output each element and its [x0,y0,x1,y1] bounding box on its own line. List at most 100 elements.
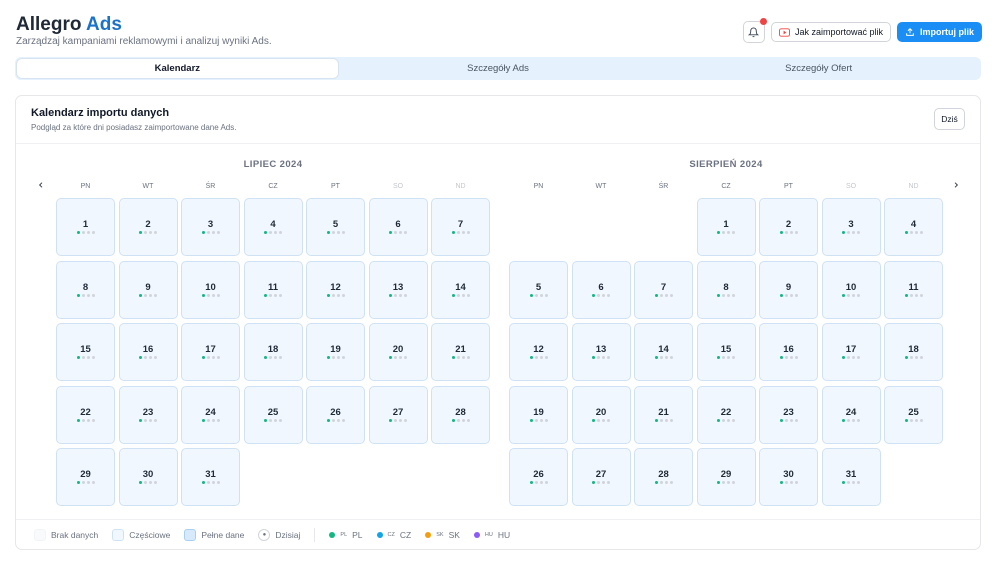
calendar-day[interactable]: 9 [118,260,178,319]
legend-country-hu: HU HU [473,529,511,540]
calendar-day[interactable]: 22 [696,385,756,444]
calendar-day[interactable]: 12 [509,323,568,381]
calendar-day[interactable]: 3 [821,198,881,256]
calendar-day[interactable]: 22 [56,385,115,444]
calendar-day[interactable]: 15 [56,323,115,381]
calendar-day[interactable]: 9 [759,260,818,319]
calendar-day[interactable]: 19 [306,323,365,381]
calendar-day[interactable]: 21 [634,385,693,444]
calendar-day[interactable]: 7 [634,260,693,319]
prev-month-chevron-left-icon[interactable] [35,179,47,191]
calendar-day[interactable]: 13 [368,260,428,319]
country-status-dot [211,418,215,422]
tab-offer-details[interactable]: Szczegóły Ofert [658,59,979,78]
calendar-day[interactable]: 14 [634,323,693,381]
day-number: 23 [142,406,154,418]
country-label-hu: HU [497,529,511,540]
calendar-day[interactable]: 30 [118,448,178,506]
calendar-day[interactable]: 11 [243,260,303,319]
country-status-dot [544,481,548,484]
calendar-day[interactable]: 28 [431,385,490,444]
calendar-day[interactable]: 8 [56,260,115,319]
country-status-dot [539,293,543,297]
calendar-day[interactable]: 13 [571,323,631,381]
calendar-day[interactable]: 11 [884,260,943,319]
country-status-dot [592,481,595,484]
country-status-dot [139,293,142,297]
calendar-day[interactable]: 25 [243,385,303,444]
how-to-import-button[interactable]: Jak zaimportować plik [770,22,891,42]
calendar-day[interactable]: 26 [509,448,568,506]
calendar-day[interactable]: 25 [884,385,943,444]
calendar-day[interactable]: 27 [571,448,631,506]
country-status-dot [404,231,407,234]
calendar-day[interactable]: 2 [118,198,178,256]
card-title: Kalendarz importu danych [31,107,170,119]
calendar-day[interactable]: 16 [118,323,178,381]
country-status-dot [264,293,267,297]
calendar-day[interactable]: 12 [306,260,365,319]
legend-label-full: Pełne dane [201,529,245,540]
calendar-day[interactable]: 7 [431,198,490,256]
calendar-day[interactable]: 16 [759,323,818,381]
country-status-dots [510,418,567,422]
calendar-day[interactable]: 31 [821,448,881,506]
calendar-day[interactable]: 14 [431,260,490,319]
calendar-day[interactable]: 17 [821,323,881,381]
country-status-dot [602,418,605,422]
calendar-day[interactable]: 15 [696,323,756,381]
calendar-day[interactable]: 31 [181,448,240,506]
calendar-day[interactable]: 28 [634,448,693,506]
country-label-pl: PL [352,529,363,540]
calendar-day[interactable]: 23 [118,385,178,444]
calendar-day[interactable]: 3 [181,198,240,256]
calendar-day[interactable]: 6 [571,260,631,319]
calendar-day[interactable]: 10 [181,260,240,319]
country-status-dot [904,293,908,297]
country-status-dot [394,231,397,234]
notifications-button[interactable] [742,18,767,43]
calendar-day[interactable]: 8 [696,260,756,319]
calendar-day[interactable]: 1 [56,198,115,256]
calendar-day[interactable]: 1 [696,198,756,256]
calendar-day[interactable]: 30 [759,448,818,506]
country-status-dots [698,418,755,422]
calendar-day[interactable]: 5 [509,260,568,319]
country-status-dot [852,231,855,234]
calendar-day[interactable]: 24 [181,385,240,444]
country-status-dot [717,231,720,234]
next-month-chevron-right-icon[interactable] [950,179,962,191]
calendar-day[interactable]: 19 [509,385,568,444]
country-status-dots [307,356,364,359]
calendar-day[interactable]: 20 [571,385,631,444]
calendar-day[interactable]: 21 [431,323,490,381]
calendar-day[interactable]: 17 [181,323,240,381]
calendar-day[interactable]: 20 [368,323,428,381]
calendar-day[interactable]: 5 [306,198,365,256]
country-status-dot [727,418,730,422]
country-status-dot [919,418,923,422]
calendar-day[interactable]: 26 [306,385,365,444]
calendar-day[interactable]: 10 [821,260,881,319]
country-status-dots [432,418,489,422]
calendar-day[interactable]: 29 [56,448,115,506]
calendar-day[interactable]: 18 [884,323,943,381]
calendar-day[interactable]: 29 [696,448,756,506]
calendar-day[interactable]: 4 [884,198,943,256]
calendar-day[interactable]: 6 [368,198,428,256]
day-number: 19 [330,344,341,355]
import-file-button[interactable]: Importuj plik [897,22,982,42]
country-status-dot [592,356,595,359]
tab-calendar[interactable]: Kalendarz [17,59,338,78]
tab-ads-details[interactable]: Szczegóły Ads [338,59,659,78]
country-status-dot [81,356,85,359]
calendar-day[interactable]: 18 [243,323,303,381]
calendar-day[interactable]: 4 [243,198,303,256]
calendar-day[interactable]: 24 [821,385,881,444]
calendar-day[interactable]: 23 [759,385,818,444]
calendar-day[interactable]: 2 [759,198,818,256]
country-status-dot [216,293,220,297]
today-button[interactable]: Dziś [934,108,965,130]
day-number: 18 [908,344,919,355]
calendar-day[interactable]: 27 [368,385,428,444]
